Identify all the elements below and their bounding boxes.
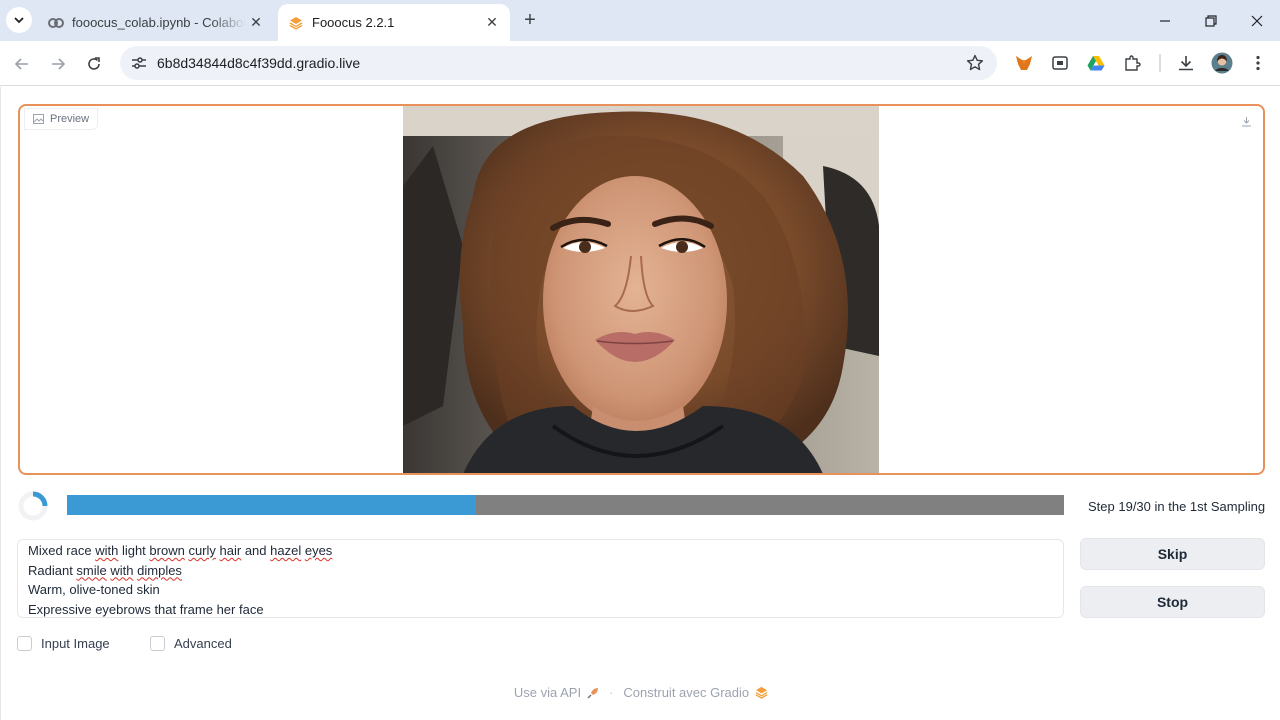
prompt-line: Expressive eyebrows that frame her face [28, 600, 1053, 620]
rocket-icon [587, 687, 599, 698]
close-window-button[interactable] [1234, 8, 1280, 34]
gradio-logo-icon [755, 686, 768, 699]
image-icon [33, 114, 44, 124]
built-with-gradio-text: Construit avec Gradio [623, 685, 750, 700]
address-bar[interactable]: 6b8d34844d8c4f39dd.gradio.live [120, 46, 997, 80]
prompt-line: Warm, olive-toned skin [28, 580, 1053, 600]
site-settings-icon[interactable] [128, 52, 150, 74]
restore-icon [1205, 15, 1217, 27]
new-tab-button[interactable]: + [518, 10, 542, 30]
close-icon[interactable]: ✕ [482, 13, 502, 33]
prompt-input[interactable]: Mixed race with light brown curly hair a… [17, 539, 1064, 618]
back-button[interactable] [8, 50, 36, 78]
fooocus-page: Preview Step 19/30 in the 1st Sampling M… [0, 87, 1280, 720]
download-icon [1241, 116, 1251, 126]
use-via-api-link[interactable]: Use via API [514, 685, 599, 700]
gradio-icon [288, 15, 304, 31]
browser-tab-bar: fooocus_colab.ipynb - Colaboratory ✕ Foo… [0, 0, 1280, 41]
loading-spinner-icon [18, 491, 48, 521]
input-image-label: Input Image [41, 636, 110, 651]
more-menu-icon[interactable] [1247, 52, 1269, 74]
downloads-icon[interactable] [1175, 52, 1197, 74]
checkbox-box[interactable] [17, 636, 32, 651]
progress-bar [67, 495, 1064, 515]
google-drive-icon[interactable] [1085, 52, 1107, 74]
preview-panel: Preview [18, 104, 1265, 475]
generated-image[interactable] [403, 106, 879, 474]
progress-bar-fill [67, 495, 476, 515]
tab-colab[interactable]: fooocus_colab.ipynb - Colaboratory ✕ [38, 4, 274, 41]
prompt-line-text: Warm, olive-toned skin [28, 582, 160, 597]
tab-title: fooocus_colab.ipynb - Colaboratory [72, 15, 246, 30]
prompt-line: Mixed race with light brown curly hair a… [28, 541, 1053, 561]
preview-label-text: Preview [50, 113, 90, 125]
toolbar-divider [1159, 54, 1161, 72]
reload-icon [88, 57, 100, 70]
progress-status-text: Step 19/30 in the 1st Sampling [1088, 499, 1266, 514]
forward-button[interactable] [44, 50, 72, 78]
stop-button[interactable]: Stop [1080, 586, 1265, 618]
minimize-icon [1160, 20, 1170, 22]
arrow-right-icon [52, 58, 66, 70]
input-image-checkbox[interactable]: Input Image [17, 636, 110, 651]
wallet-icon[interactable] [1049, 52, 1071, 74]
skip-button[interactable]: Skip [1080, 538, 1265, 570]
reload-button[interactable] [80, 50, 108, 78]
preview-label: Preview [24, 108, 99, 130]
prompt-line: Radiant smile with dimples [28, 561, 1053, 581]
close-icon[interactable]: ✕ [246, 13, 266, 33]
tab-search-button[interactable] [6, 7, 32, 33]
bookmark-star-icon[interactable] [965, 53, 985, 73]
advanced-label: Advanced [174, 636, 232, 651]
tab-title: Fooocus 2.2.1 [312, 15, 395, 30]
arrow-left-icon [14, 58, 28, 70]
close-icon [1251, 15, 1263, 27]
url-text[interactable]: 6b8d34844d8c4f39dd.gradio.live [157, 55, 360, 71]
chevron-down-icon [14, 17, 24, 24]
built-with-gradio-link[interactable]: Construit avec Gradio [623, 685, 768, 700]
metamask-fox-icon[interactable] [1013, 52, 1035, 74]
colab-icon [48, 15, 64, 31]
prompt-line-text: Radiant smile with dimples [28, 562, 182, 578]
tab-fooocus[interactable]: Fooocus 2.2.1 ✕ [278, 4, 510, 41]
use-via-api-text: Use via API [513, 685, 582, 700]
checkbox-box[interactable] [150, 636, 165, 651]
download-button[interactable] [1237, 112, 1255, 130]
prompt-line-text: Expressive eyebrows that frame her face [28, 601, 264, 617]
extensions-puzzle-icon[interactable] [1121, 52, 1143, 74]
footer: Use via API · Construit avec Gradio [1, 685, 1280, 700]
minimize-button[interactable] [1142, 8, 1188, 34]
profile-avatar[interactable] [1211, 52, 1233, 74]
advanced-checkbox[interactable]: Advanced [150, 636, 232, 651]
browser-toolbar: 6b8d34844d8c4f39dd.gradio.live [0, 41, 1280, 86]
prompt-line-text: Mixed race with light brown curly hair a… [28, 543, 333, 558]
restore-button[interactable] [1188, 8, 1234, 34]
footer-separator: · [609, 685, 614, 700]
